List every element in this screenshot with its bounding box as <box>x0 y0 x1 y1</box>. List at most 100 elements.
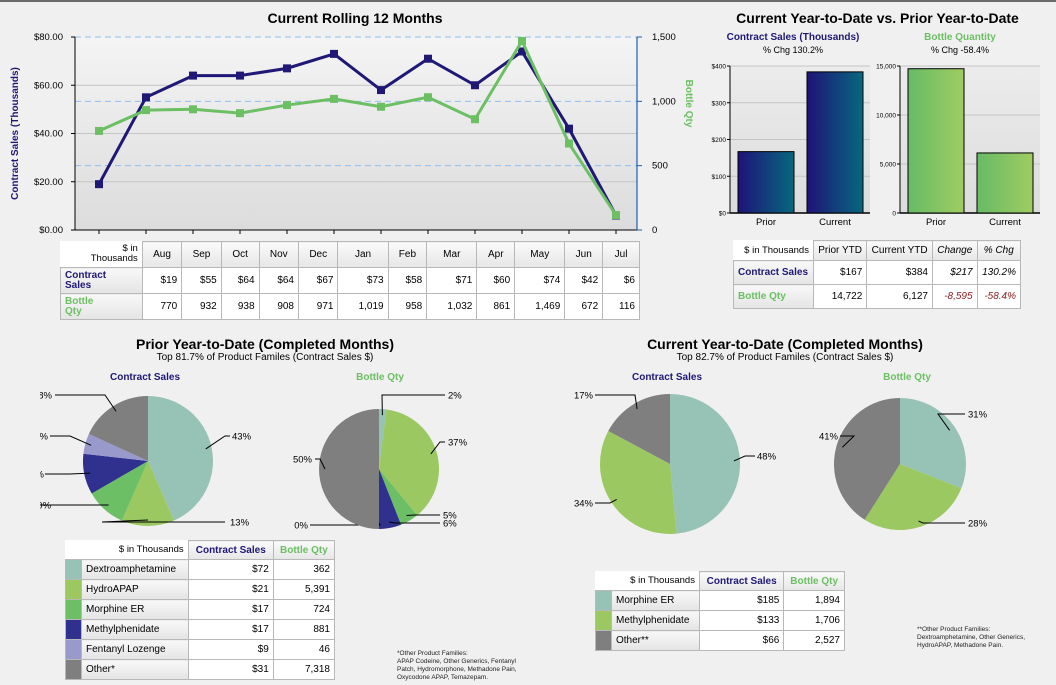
y-tick-label: $100 <box>712 174 727 181</box>
product-qty: 1,706 <box>783 610 845 631</box>
y-tick-label: $0 <box>719 211 727 218</box>
point-bottle-qty <box>95 126 103 135</box>
point-bottle-qty <box>142 106 150 115</box>
row-label-line-2: Sales <box>65 279 92 291</box>
product-sales: $72 <box>187 559 274 580</box>
product-name: Dextroamphetamine <box>81 559 189 580</box>
point-contract-sales <box>565 124 573 133</box>
footnote-line: Patch, Hydromorphone, Methadone Pain, <box>397 666 517 673</box>
current-qty-pie: 31% 28% 41% <box>819 398 988 530</box>
footnote-line: Dextroamphetamine, Other Generics, <box>917 634 1026 641</box>
point-bottle-qty <box>236 109 244 118</box>
product-sales: $17 <box>187 599 274 620</box>
point-contract-sales <box>142 93 150 102</box>
y2-tick-label: 500 <box>652 161 668 172</box>
pie-data-label: 43% <box>232 432 252 443</box>
product-sales: $21 <box>187 579 274 600</box>
product-qty: 1,894 <box>783 590 845 611</box>
y2-tick-label: 1,500 <box>652 32 676 43</box>
product-name: Methylphenidate <box>81 619 189 640</box>
sales-cell: $6 <box>602 267 640 294</box>
pie-slice-other- <box>319 409 379 529</box>
product-name: Morphine ER <box>81 599 189 620</box>
legend-swatch <box>595 610 612 631</box>
point-contract-sales <box>377 86 385 95</box>
product-qty: 2,527 <box>783 630 845 651</box>
pie-data-label: 5% <box>40 432 49 443</box>
point-contract-sales <box>471 81 479 90</box>
product-sales: $31 <box>187 659 274 680</box>
current-table: $ in Thousands Contract Sales Bottle Qty… <box>595 571 845 651</box>
ytd-cell: $167 <box>812 260 868 285</box>
y2-tick-label: 1,000 <box>652 96 676 107</box>
legend-swatch <box>65 619 82 640</box>
sales-cell: $19 <box>141 267 183 294</box>
product-qty: 362 <box>272 559 336 580</box>
rolling-table: $ in Thousands Aug Sep Oct Nov Dec Jan Feb Mar A… <box>60 241 640 320</box>
ytd-row-label: Bottle Qty <box>733 284 814 309</box>
pie-data-label: 6% <box>443 519 457 530</box>
row-label-bottle-qty: Bottle Qty <box>60 293 143 320</box>
product-name: Morphine ER <box>611 590 700 611</box>
pie-data-label: 17% <box>574 391 594 402</box>
footnote-line: *Other Product Families: <box>397 650 468 657</box>
ytd-header-row: $ in Thousands Prior YTD Current YTD Chang… <box>734 240 1022 261</box>
prior-col-bottle-qty: Bottle Qty <box>272 540 336 560</box>
product-qty: 5,391 <box>272 579 336 600</box>
bar-prior <box>737 151 795 214</box>
prior-col-contract-sales: Contract Sales <box>187 540 274 560</box>
point-bottle-qty <box>424 93 432 102</box>
product-row: Other** $66 2,527 <box>595 630 845 651</box>
product-qty: 7,318 <box>272 659 336 680</box>
footnote-line: **Other Product Families: <box>917 626 991 633</box>
product-name: Fentanyl Lozenge <box>81 639 189 660</box>
point-bottle-qty <box>518 36 526 45</box>
ytd-table: $ in Thousands Prior YTD Current YTD Chang… <box>733 240 1022 309</box>
product-row: Morphine ER $185 1,894 <box>595 590 845 611</box>
ytd-sales-title: Contract Sales (Thousands) <box>726 32 860 43</box>
sales-cell: $67 <box>297 267 339 294</box>
point-contract-sales <box>189 71 197 80</box>
prior-qty-pie: 2%37%5%6%0%50% <box>293 391 468 532</box>
prior-sales-pie: 43% 13% 10% 10% 5% 18% <box>40 391 252 529</box>
y-tick-label: $400 <box>712 64 727 71</box>
legend-swatch <box>65 659 82 680</box>
leader-line <box>55 394 117 412</box>
product-sales: $66 <box>698 630 785 651</box>
top-border <box>0 0 1056 2</box>
pie-slice-morphine-er <box>670 394 740 534</box>
y-tick-label: $0.00 <box>39 225 63 236</box>
rolling-qty-row: Bottle Qty 770 932 938 908 971 1,019 958 1,032 8… <box>60 293 640 320</box>
point-bottle-qty <box>189 105 197 114</box>
ytd-sales-bar-chart: $0 $100 $200 $300 $400 Prior Current <box>712 64 870 228</box>
ytd-qty-pct-change: % Chg -58.4% <box>930 45 990 55</box>
month-header: Mar <box>426 241 478 268</box>
prior-pies-title: Prior Year-to-Date (Completed Months) <box>136 336 394 352</box>
pie-data-label: 37% <box>448 438 468 449</box>
rolling-header-row: $ in Thousands Aug Sep Oct Nov Dec Jan Feb Mar A… <box>61 241 640 268</box>
month-header: Apr <box>476 241 516 268</box>
prior-header-row: $ in Thousands Contract Sales Bottle Qty <box>66 540 336 560</box>
y-tick-label: $200 <box>712 137 727 144</box>
prior-footnote: *Other Product Families: APAP Codeine, Ot… <box>397 650 547 682</box>
product-row: Other* $31 7,318 <box>65 659 336 680</box>
product-sales: $9 <box>187 639 274 660</box>
product-sales: $185 <box>698 590 785 611</box>
y2-axis-title: Bottle Qty <box>683 80 694 128</box>
legend-swatch <box>65 579 82 600</box>
point-bottle-qty <box>283 101 291 110</box>
sales-cell: $64 <box>220 267 260 294</box>
legend-swatch <box>65 599 82 620</box>
ytd-qty-title: Bottle Quantity <box>924 32 996 43</box>
current-footnote: **Other Product Families: Dextroamphetami… <box>917 626 1052 650</box>
ytd-row-contract-sales: Contract Sales $167 $384 $217 130.2% <box>733 260 1022 285</box>
ytd-cell: -8,595 <box>932 284 978 309</box>
sales-cell: $71 <box>426 267 478 294</box>
qty-cell: 908 <box>258 293 300 320</box>
y-axis-title: Contract Sales (Thousands) <box>10 67 21 200</box>
current-sales-pie-label: Contract Sales <box>631 372 703 383</box>
month-header: Oct <box>220 241 260 268</box>
product-row: Methylphenidate $17 881 <box>65 619 336 640</box>
current-header-row: $ in Thousands Contract Sales Bottle Qty <box>596 571 845 591</box>
current-pies-subtitle: Top 82.7% of Product Familes (Contract S… <box>676 352 894 363</box>
